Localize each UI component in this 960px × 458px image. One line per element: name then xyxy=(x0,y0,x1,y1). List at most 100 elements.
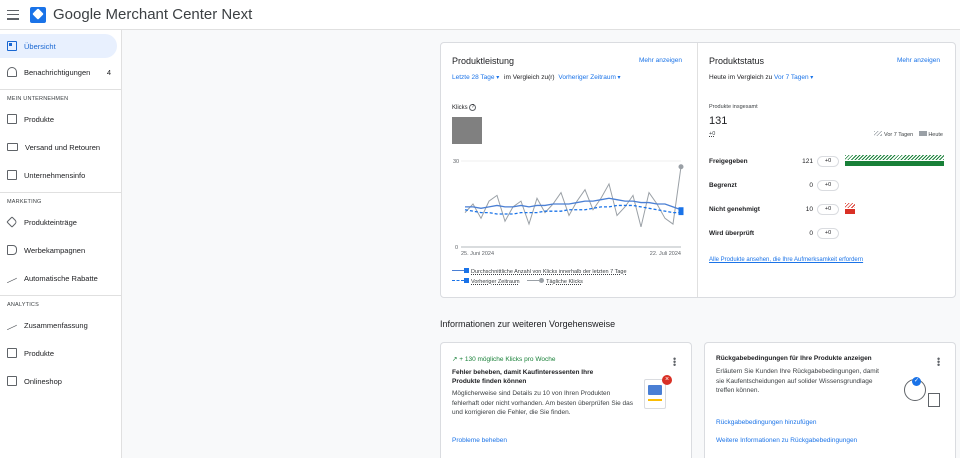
sidebar-item-label: Versand und Retouren xyxy=(25,142,101,152)
status-row[interactable]: Freigegeben 121 +0 xyxy=(709,154,944,168)
legend-prev-hatch xyxy=(874,131,883,136)
legend-prev-week-label: Vor 7 Tagen xyxy=(883,132,914,138)
x-tick-label-end: 22. Juli 2024 xyxy=(650,251,681,257)
status-row[interactable]: Wird überprüft 0 +0 xyxy=(709,226,944,240)
legend-item-prev: Vorheriger Zeitraum Tägliche Klicks xyxy=(452,278,627,285)
status-bar-previous xyxy=(845,155,944,160)
series-daily-end-marker xyxy=(678,164,684,170)
legend-avg-swatch xyxy=(452,266,464,271)
metric-label: Klicks ? xyxy=(452,104,477,111)
attention-products-link[interactable]: Alle Produkte ansehen, die Ihre Aufmerks… xyxy=(709,257,863,263)
status-row-label: Nicht genehmigt xyxy=(709,205,760,213)
trend-icon xyxy=(7,273,17,283)
more-vert-icon[interactable]: • • • xyxy=(937,355,940,370)
sidebar-item-uebersicht[interactable]: Übersicht xyxy=(0,34,117,58)
return-policy-heading: Rückgabebedingungen für Ihre Produkte an… xyxy=(716,355,872,362)
status-bar-previous xyxy=(845,203,855,208)
legend-today-swatch xyxy=(918,131,927,136)
legend-avg-label: Durchschnittliche Anzahl von Klicks inne… xyxy=(471,269,627,275)
merchant-center-logo[interactable] xyxy=(30,6,46,23)
sidebar-item-label: Werbekampagnen xyxy=(24,245,86,255)
return-policy-info-link[interactable]: Weitere Informationen zu Rückgabebedingu… xyxy=(716,437,857,444)
sidebar-item-unternehmensinfo[interactable]: Unternehmensinfo xyxy=(0,161,121,189)
status-row-value: 0 xyxy=(809,181,813,189)
sidebar-item-label: Produkte xyxy=(24,348,55,358)
sidebar-item-zusammenfassung[interactable]: Zusammenfassung xyxy=(0,311,121,339)
return-policy-body: Erläutern Sie Kunden Ihre Rückgabebeding… xyxy=(716,368,879,394)
sidebar-item-label: Produkte xyxy=(24,114,55,124)
fix-errors-card: ↗ + 130 mögliche Klicks pro Woche • • • Fe… xyxy=(440,342,692,458)
sidebar-item-label: Zusammenfassung xyxy=(24,320,88,330)
package-illustration xyxy=(928,393,940,407)
fix-errors-heading: Fehler beheben, damit Kaufinteressenten … xyxy=(452,369,594,385)
status-bar-track xyxy=(845,203,944,215)
sidebar-item-label: Produkteinträge xyxy=(24,217,77,227)
legend-today-label: Heute xyxy=(928,132,943,138)
legend-daily-swatch xyxy=(527,276,540,281)
section-header-analytics: ANALYTICS xyxy=(0,295,121,311)
status-row-value: 10 xyxy=(805,205,813,213)
status-row-label: Wird überprüft xyxy=(709,229,755,237)
status-bar-track xyxy=(845,155,944,167)
status-legend: Vor 7 Tagen Heute xyxy=(874,131,943,138)
box-icon xyxy=(7,348,17,358)
status-row[interactable]: Nicht genehmigt 10 +0 xyxy=(709,202,944,216)
status-compare-dropdown[interactable]: Vor 7 Tagen xyxy=(774,74,813,81)
sidebar-item-label: Unternehmensinfo xyxy=(24,170,86,180)
top-app-bar: Google Merchant Center Next xyxy=(0,0,960,30)
status-row-delta: +0 xyxy=(817,179,839,191)
date-range-dropdown[interactable]: Letzte 28 Tage xyxy=(452,74,499,81)
truck-icon xyxy=(7,143,18,151)
section-header-marketing: MARKETING xyxy=(0,192,121,208)
status-bar-today xyxy=(845,209,855,214)
overview-card: Produktleistung Mehr anzeigen Letzte 28 … xyxy=(440,42,956,298)
legend-avg-marker xyxy=(464,268,469,273)
performance-panel: Produktleistung Mehr anzeigen Letzte 28 … xyxy=(441,43,698,297)
status-more-link[interactable]: Mehr anzeigen xyxy=(897,57,940,64)
status-row-label: Begrenzt xyxy=(709,181,737,189)
performance-more-link[interactable]: Mehr anzeigen xyxy=(639,57,682,64)
fix-errors-body: Möglicherweise sind Details zu 10 von Ih… xyxy=(452,390,634,416)
illustration-rating-stars xyxy=(648,399,662,401)
compare-text: im Vergleich zu(r) xyxy=(504,74,555,81)
fix-problems-link[interactable]: Probleme beheben xyxy=(452,437,507,444)
next-steps-title: Informationen zur weiteren Vorgehensweis… xyxy=(440,319,616,329)
hamburger-menu-icon[interactable] xyxy=(7,9,19,20)
sidebar-item-label: Benachrichtigungen xyxy=(24,67,91,77)
add-return-policy-link[interactable]: Rückgabebedingungen hinzufügen xyxy=(716,419,816,426)
sidebar-item-werbekampagnen[interactable]: Werbekampagnen xyxy=(0,236,121,264)
sidebar-item-versand[interactable]: Versand und Retouren xyxy=(0,133,121,161)
sidebar-item-analytics-produkte[interactable]: Produkte xyxy=(0,339,121,367)
legend-item-avg: Durchschnittliche Anzahl von Klicks inne… xyxy=(452,268,627,275)
status-title: Produktstatus xyxy=(709,56,765,66)
compare-dropdown[interactable]: Vorheriger Zeitraum xyxy=(558,74,620,81)
app-title: Google Merchant Center Next xyxy=(53,6,253,23)
notification-count-badge: 4 xyxy=(106,67,111,77)
info-icon[interactable]: ? xyxy=(469,104,477,111)
legend-daily-label: Tägliche Klicks xyxy=(546,279,583,285)
status-row[interactable]: Begrenzt 0 +0 xyxy=(709,178,944,192)
status-bar-track xyxy=(845,227,944,239)
sidebar-item-automatische-rabatte[interactable]: Automatische Rabatte xyxy=(0,264,121,292)
sidebar-item-produkte[interactable]: Produkte xyxy=(0,105,121,133)
y-tick-label-bottom: 0 xyxy=(455,245,458,251)
sidebar-nav: Übersicht Benachrichtigungen 4 MEIN UNTE… xyxy=(0,30,122,458)
clicks-boost-text: + 130 mögliche Klicks pro Woche xyxy=(459,356,556,363)
sidebar-item-benachrichtigungen[interactable]: Benachrichtigungen 4 xyxy=(0,58,121,86)
more-vert-icon[interactable]: • • • xyxy=(673,355,676,370)
status-row-delta: +0 xyxy=(817,203,839,215)
trend-icon xyxy=(7,320,17,330)
status-row-delta: +0 xyxy=(817,155,839,167)
status-row-delta: +0 xyxy=(817,227,839,239)
megaphone-icon xyxy=(7,245,17,255)
performance-filters: Letzte 28 Tage im Vergleich zu(r) Vorher… xyxy=(452,74,621,81)
tag-icon xyxy=(6,216,18,228)
x-tick-label-start: 25. Juni 2024 xyxy=(461,251,494,257)
sidebar-item-label: Onlineshop xyxy=(24,376,62,386)
chart-legend: Durchschnittliche Anzahl von Klicks inne… xyxy=(452,268,627,285)
legend-daily-marker xyxy=(539,278,545,283)
sidebar-item-onlineshop[interactable]: Onlineshop xyxy=(0,367,121,395)
trend-up-icon: ↗ xyxy=(452,356,458,363)
return-policy-card: • • • Rückgabebedingungen für Ihre Produkt… xyxy=(704,342,956,458)
sidebar-item-produkteintraege[interactable]: Produkteinträge xyxy=(0,208,121,236)
